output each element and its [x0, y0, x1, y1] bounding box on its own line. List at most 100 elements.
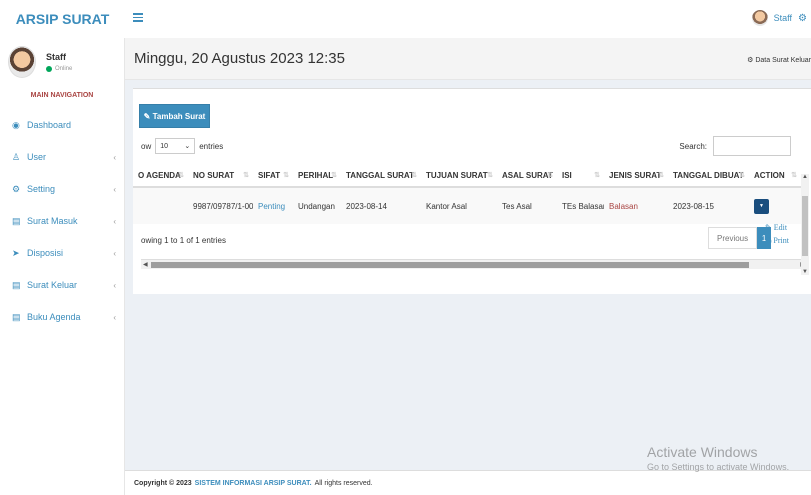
breadcrumb[interactable]: ⚙ Data Surat Keluar: [747, 56, 811, 64]
sidebar-item-label: User: [27, 152, 47, 162]
sort-icon: ⇅: [178, 172, 184, 179]
column-header-label: ACTION: [754, 170, 785, 180]
table-cell: Balasan: [609, 201, 638, 211]
content-header: Minggu, 20 Agustus 2023 12:35: [125, 38, 811, 80]
menu-item-edit[interactable]: ✎ Edit: [765, 221, 789, 234]
footer-org-link[interactable]: SISTEM INFORMASI ARSIP SURAT.: [195, 480, 312, 487]
sort-icon: ⇅: [594, 172, 600, 179]
hamburger-icon[interactable]: [133, 13, 143, 22]
sidebar-item-surat-keluar[interactable]: ▤ Surat Keluar ‹: [0, 269, 124, 301]
chevron-left-icon: ‹: [113, 280, 116, 290]
footer: Copyright © 2023 SISTEM INFORMASI ARSIP …: [125, 470, 811, 495]
chevron-left-icon: ‹: [113, 184, 116, 194]
letters-table: O AGENDA ⇅ NO SURAT ⇅ SIFAT ⇅ PERIHAL ⇅ TANGGAL …: [133, 164, 805, 224]
sidebar-item-label: Setting: [27, 184, 56, 194]
chevron-left-icon: ‹: [113, 312, 116, 322]
column-header[interactable]: ISI ⇅: [557, 164, 604, 186]
column-header-label: TANGGAL DIBUAT: [673, 170, 744, 180]
column-header-label: ISI: [562, 170, 572, 180]
table-header-row: O AGENDA ⇅ NO SURAT ⇅ SIFAT ⇅ PERIHAL ⇅ TANGGAL …: [133, 164, 805, 188]
chevron-left-icon: ‹: [113, 216, 116, 226]
avatar: [751, 10, 768, 26]
column-header[interactable]: JENIS SURAT ⇅: [604, 164, 668, 186]
page-title: Minggu, 20 Agustus 2023 12:35: [134, 50, 345, 67]
table-cell: ▼: [749, 188, 801, 224]
column-header-label: SIFAT: [258, 170, 281, 180]
gear-icon[interactable]: ⚙: [798, 13, 807, 24]
column-header[interactable]: O AGENDA ⇅: [133, 164, 188, 186]
sidebar-item-disposisi[interactable]: ➤ Disposisi ‹: [0, 237, 124, 269]
chevron-left-icon: ‹: [113, 248, 116, 258]
app-logo[interactable]: ARSIP SURAT: [0, 0, 125, 38]
sidebar-item-buku-agenda[interactable]: ▤ Buku Agenda ‹: [0, 301, 124, 333]
sidebar-item-label: Surat Masuk: [27, 216, 78, 226]
add-letter-label: Tambah Surat: [152, 111, 206, 121]
pagination: Previous 1: [708, 227, 772, 249]
column-header-label: NO SURAT: [193, 170, 235, 180]
sidebar-item-dashboard[interactable]: ◉ Dashboard: [0, 109, 124, 141]
table-cell: Undangan: [298, 201, 335, 211]
online-status-label: Online: [55, 66, 73, 72]
column-header-label: JENIS SURAT: [609, 170, 662, 180]
scrollbar-thumb[interactable]: [802, 196, 808, 256]
top-navbar: Staff ⚙: [125, 0, 811, 38]
chevron-down-icon: ⌄: [184, 143, 191, 150]
user-menu-name: Staff: [773, 13, 793, 23]
sort-icon: ⇅: [487, 172, 493, 179]
table-cell: Tes Asal: [502, 201, 532, 211]
sort-icon: ⇅: [791, 172, 797, 179]
action-dropdown-button[interactable]: ▼: [754, 198, 769, 214]
horizontal-scrollbar[interactable]: ◀ ▶: [141, 259, 809, 269]
action-dropdown-menu: ✎ Edit ⎙ Print: [765, 221, 789, 247]
sidebar-item-user[interactable]: ♙ User ‹: [0, 141, 124, 173]
sidebar-item-setting[interactable]: ⚙ Setting ‹: [0, 173, 124, 205]
user-panel: Staff Online: [0, 38, 124, 84]
page-length-prefix: ow: [141, 141, 152, 151]
menu-item-print[interactable]: ⎙ Print: [765, 234, 789, 247]
table-cell: 2023-08-14: [346, 201, 387, 211]
column-header-label: TUJUAN SURAT: [426, 170, 488, 180]
previous-page-button[interactable]: Previous: [708, 227, 758, 249]
add-letter-button[interactable]: ✎ Tambah Surat: [139, 104, 210, 128]
table-cell: 2023-08-15: [673, 201, 714, 211]
table-search: Search:: [679, 136, 791, 156]
column-header-label: O AGENDA: [138, 170, 181, 180]
page-length-select[interactable]: 10 ⌄: [155, 138, 196, 154]
vertical-scrollbar[interactable]: ▲ ▼: [801, 174, 809, 275]
page-length-value: 10: [160, 142, 169, 150]
table-cell: Penting: [258, 201, 286, 211]
copyright-text: Copyright © 2023: [134, 479, 192, 487]
nav-header: MAIN NAVIGATION: [30, 92, 94, 99]
sort-icon: ⇅: [411, 172, 417, 179]
avatar: [8, 46, 36, 78]
scroll-left-icon[interactable]: ◀: [143, 260, 148, 270]
dashboard-icon: ◉: [12, 119, 20, 130]
column-header[interactable]: ASAL SURAT ⇅: [497, 164, 557, 186]
table-cell: TEs Balasan: [562, 201, 604, 211]
sidebar-item-surat-masuk[interactable]: ▤ Surat Masuk ‹: [0, 205, 124, 237]
user-menu[interactable]: Staff ⚙: [751, 10, 807, 26]
scrollbar-thumb[interactable]: [151, 262, 749, 268]
sidebar-item-label: Surat Keluar: [27, 280, 78, 290]
gear-icon: ⚙: [12, 183, 21, 194]
column-header[interactable]: ACTION ⇅: [749, 164, 801, 186]
user-icon: ♙: [12, 151, 21, 162]
column-header[interactable]: TANGGAL DIBUAT ⇅: [668, 164, 749, 186]
column-header[interactable]: TANGGAL SURAT ⇅: [341, 164, 421, 186]
footer-rights: All rights reserved.: [314, 479, 373, 487]
column-header[interactable]: SIFAT ⇅: [253, 164, 293, 186]
data-table-box: ✎ Tambah Surat ow 10 ⌄ entries Search: O…: [133, 88, 811, 294]
sort-icon: ⇅: [283, 172, 289, 179]
scroll-up-icon[interactable]: ▲: [802, 174, 808, 180]
sort-icon: ⇅: [739, 172, 745, 179]
menu-item-print-label: Print: [773, 236, 789, 245]
search-input[interactable]: [713, 136, 791, 156]
page-length-control: ow 10 ⌄ entries: [141, 138, 223, 154]
column-header[interactable]: NO SURAT ⇅: [188, 164, 253, 186]
column-header-label: ASAL SURAT: [502, 170, 553, 180]
sidebar-item-label: Buku Agenda: [27, 312, 81, 322]
scroll-down-icon[interactable]: ▼: [802, 269, 808, 275]
edit-icon: ✎: [143, 111, 153, 121]
column-header[interactable]: TUJUAN SURAT ⇅: [421, 164, 497, 186]
column-header[interactable]: PERIHAL ⇅: [293, 164, 341, 186]
